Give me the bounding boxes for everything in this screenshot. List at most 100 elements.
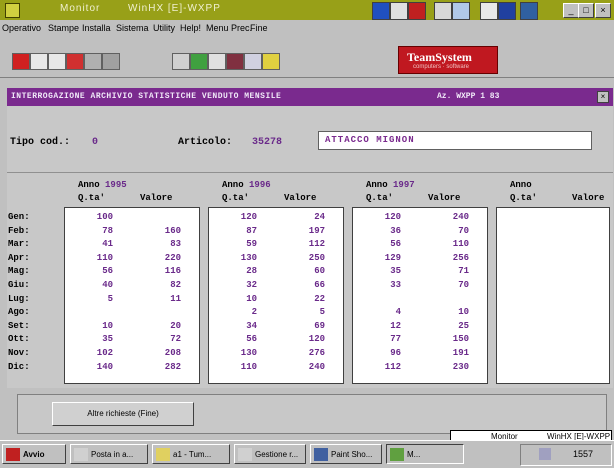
tipo-cod-value[interactable]: 0 bbox=[92, 137, 98, 148]
copy-icon[interactable] bbox=[48, 53, 66, 70]
articolo-value[interactable]: 35278 bbox=[252, 137, 282, 148]
qta-cell: 96 bbox=[390, 348, 401, 358]
print-icon[interactable] bbox=[408, 2, 426, 20]
year-panel[interactable]: 120 24 87 197 59 112 130 250 28 60 32 66 10 22 2 5 34 69 5… bbox=[208, 207, 344, 384]
month-label: Ott: bbox=[8, 334, 30, 345]
paint-icon bbox=[314, 448, 328, 461]
cut-icon[interactable] bbox=[84, 53, 102, 70]
qta-header: Q.ta' bbox=[366, 193, 394, 203]
valore-cell: 11 bbox=[170, 293, 181, 304]
valore-cell: 22 bbox=[314, 293, 325, 304]
grid-icon[interactable] bbox=[208, 53, 226, 70]
task-a1-label: a1 - Tum... bbox=[173, 450, 212, 459]
qta-cell: 100 bbox=[96, 212, 113, 222]
qta-cell: 35 bbox=[102, 334, 113, 345]
disk-icon[interactable] bbox=[390, 2, 408, 20]
monitor-icon[interactable] bbox=[520, 2, 538, 20]
description-field[interactable]: ATTACCO MIGNON bbox=[318, 131, 592, 150]
qta-cell: 28 bbox=[246, 266, 257, 277]
menu-installa[interactable]: Installa bbox=[82, 23, 111, 33]
task-gestione[interactable]: Gestione r... bbox=[234, 444, 306, 464]
screen-icon[interactable] bbox=[498, 2, 516, 20]
valore-header: Valore bbox=[140, 193, 173, 203]
valore-cell: 120 bbox=[308, 334, 325, 345]
book-icon[interactable] bbox=[226, 53, 244, 70]
page-icon[interactable] bbox=[480, 2, 498, 20]
valore-cell: 191 bbox=[452, 348, 469, 358]
year-value: 1996 bbox=[249, 180, 271, 190]
logo-text: TeamSystem bbox=[407, 50, 472, 64]
logo-subtext: computers · software bbox=[413, 64, 470, 70]
menu-stampe[interactable]: Stampe bbox=[48, 23, 79, 33]
menu-help[interactable]: Help! bbox=[180, 23, 201, 33]
task-posta[interactable]: Posta in a... bbox=[70, 444, 148, 464]
print-icon[interactable] bbox=[12, 53, 30, 70]
altre-richieste-button[interactable]: Altre richieste (Fine) bbox=[52, 402, 194, 426]
task-a1[interactable]: a1 - Tum... bbox=[152, 444, 230, 464]
close-icon[interactable]: × bbox=[597, 91, 609, 103]
stop-icon[interactable] bbox=[66, 53, 84, 70]
valore-cell: 20 bbox=[170, 320, 181, 331]
year-panel[interactable]: 120 240 36 70 56 110 129 256 35 71 33 70 4 10 12 25 77 15… bbox=[352, 207, 488, 384]
year-panel[interactable] bbox=[496, 207, 610, 384]
start-button[interactable]: Avvio bbox=[2, 444, 66, 464]
month-label: Ago: bbox=[8, 307, 30, 318]
valore-cell: 197 bbox=[308, 225, 325, 236]
anno-label: Anno bbox=[510, 180, 532, 190]
tipo-cod-label: Tipo cod.: bbox=[10, 137, 71, 148]
header-band: INTERROGAZIONE ARCHIVIO STATISTICHE VEND… bbox=[7, 88, 613, 106]
title-bar[interactable]: Monitor WinHX [E]-WXPP _ □ × bbox=[0, 0, 614, 20]
menu-operativo[interactable]: Operativo bbox=[2, 23, 41, 33]
qta-cell: 34 bbox=[246, 320, 257, 331]
task-monitor[interactable]: M... bbox=[386, 444, 464, 464]
window-list-icon[interactable] bbox=[244, 53, 262, 70]
qta-header: Q.ta' bbox=[510, 193, 538, 203]
qta-cell: 110 bbox=[96, 252, 113, 263]
mail-icon bbox=[74, 448, 88, 461]
save-icon[interactable] bbox=[102, 53, 120, 70]
valore-cell: 70 bbox=[458, 280, 469, 290]
help-icon[interactable] bbox=[262, 53, 280, 70]
system-menu-icon[interactable] bbox=[5, 3, 20, 18]
close-button[interactable]: × bbox=[595, 3, 611, 18]
year-value: 1997 bbox=[393, 180, 415, 190]
valore-cell: 256 bbox=[452, 252, 469, 263]
anno-label: Anno bbox=[222, 180, 244, 190]
qta-cell: 102 bbox=[96, 348, 113, 358]
new-document-icon[interactable] bbox=[30, 53, 48, 70]
anno-label: Anno bbox=[366, 180, 388, 190]
valore-cell: 69 bbox=[314, 320, 325, 331]
valore-cell: 112 bbox=[308, 239, 325, 250]
back-arrow-icon[interactable] bbox=[172, 53, 190, 70]
valore-cell: 24 bbox=[314, 212, 325, 222]
menu-sistema[interactable]: Sistema bbox=[116, 23, 149, 33]
valore-header: Valore bbox=[284, 193, 317, 203]
qta-cell: 130 bbox=[240, 348, 257, 358]
menu-utility[interactable]: Utility bbox=[153, 23, 175, 33]
menu-menu-prec[interactable]: Menu Prec. bbox=[206, 23, 252, 33]
qta-cell: 129 bbox=[384, 252, 401, 263]
year-panel[interactable]: 100 78 160 41 83 110 220 56 116 40 82 5 11 10 20 35 72 10… bbox=[64, 207, 200, 384]
qta-cell: 10 bbox=[246, 293, 257, 304]
maximize-button[interactable]: □ bbox=[578, 3, 594, 18]
qta-cell: 140 bbox=[96, 361, 113, 372]
qta-header: Q.ta' bbox=[78, 193, 106, 203]
year-header: Anno 1995 bbox=[78, 180, 127, 190]
document-icon[interactable] bbox=[434, 2, 452, 20]
qta-cell: 5 bbox=[107, 293, 113, 304]
month-label: Gen: bbox=[8, 212, 30, 222]
valore-cell: 250 bbox=[308, 252, 325, 263]
qta-cell: 56 bbox=[102, 266, 113, 277]
tree-icon[interactable] bbox=[190, 53, 208, 70]
qta-cell: 120 bbox=[240, 212, 257, 222]
volume-icon[interactable] bbox=[539, 448, 551, 460]
clock: 1557 bbox=[573, 449, 594, 459]
network-icon[interactable] bbox=[372, 2, 390, 20]
window-icon[interactable] bbox=[452, 2, 470, 20]
qta-cell: 36 bbox=[390, 225, 401, 236]
menu-fine[interactable]: Fine bbox=[250, 23, 268, 33]
valore-cell: 230 bbox=[452, 361, 469, 372]
minimize-button[interactable]: _ bbox=[563, 3, 579, 18]
qta-cell: 77 bbox=[390, 334, 401, 345]
task-paint-shop[interactable]: Paint Sho... bbox=[310, 444, 382, 464]
